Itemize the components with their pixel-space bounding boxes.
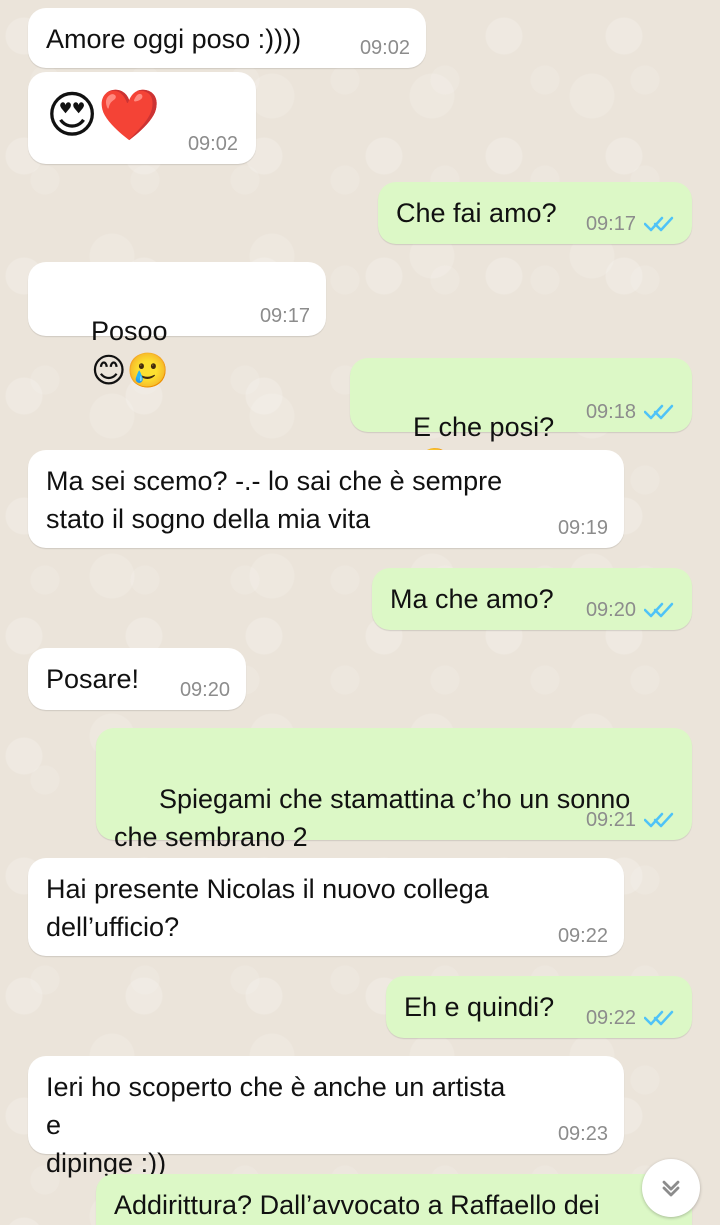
message-bubble[interactable]: E che posi? 🤣 09:18 xyxy=(350,358,692,486)
message-meta: 09:23 xyxy=(558,1124,608,1144)
message-time: 09:22 xyxy=(585,1007,636,1029)
message-meta: 09:17 xyxy=(586,214,674,234)
message-meta: 09:19 xyxy=(558,518,608,538)
message-time: 09:21 xyxy=(585,809,636,831)
message-bubble[interactable]: Eh e quindi? 09:22 xyxy=(386,976,692,1038)
message-time: 09:19 xyxy=(557,517,608,539)
message-time: 09:20 xyxy=(585,599,636,621)
message-bubble[interactable]: Amore oggi poso :)))) 09:02 xyxy=(28,8,426,68)
message-time: 09:17 xyxy=(585,213,636,235)
message-time: 09:02 xyxy=(359,37,410,59)
message-bubble[interactable]: Spiegami che stamattina c’ho un sonno ch… xyxy=(96,728,692,896)
message-bubble[interactable]: Hai presente Nicolas il nuovo collega de… xyxy=(28,858,624,956)
double-check-icon xyxy=(644,602,674,618)
emoji-message: 😍❤️ xyxy=(46,86,161,144)
message-meta: 09:20 xyxy=(180,680,230,700)
message-text: Ieri ho scoperto che è anche un artista … xyxy=(46,1072,506,1178)
message-time: 09:23 xyxy=(557,1123,608,1145)
message-bubble[interactable]: Ieri ho scoperto che è anche un artista … xyxy=(28,1056,624,1178)
chat-thread: Amore oggi poso :)))) 09:02 😍❤️ 09:02 Ch… xyxy=(0,0,720,1225)
message-time: 09:20 xyxy=(179,679,230,701)
message-bubble[interactable]: Posoo 😊🥲 09:17 xyxy=(28,262,326,390)
message-text: Amore oggi poso :)))) xyxy=(46,24,302,54)
message-text-content: Posoo xyxy=(91,316,168,346)
message-time: 09:22 xyxy=(557,925,608,947)
message-meta: 09:02 xyxy=(360,38,410,58)
double-check-icon xyxy=(644,216,674,232)
scroll-to-bottom-button[interactable] xyxy=(642,1159,700,1217)
message-text: Ma sei scemo? -.- lo sai che è sempre st… xyxy=(46,466,503,534)
message-meta: 09:22 xyxy=(558,926,608,946)
message-text: Posoo 😊🥲 xyxy=(46,274,308,428)
message-bubble[interactable]: Ma che amo? 09:20 xyxy=(372,568,692,630)
chevron-double-down-icon xyxy=(662,1180,680,1197)
double-check-icon xyxy=(644,404,674,420)
message-bubble[interactable]: Posare! 09:20 xyxy=(28,648,246,710)
message-text-content: E che posi? xyxy=(413,412,555,442)
message-time: 09:02 xyxy=(187,133,238,155)
message-text-content: Spiegami che stamattina c’ho un sonno ch… xyxy=(114,784,631,852)
message-bubble[interactable]: Addirittura? Dall’avvocato a Raffaello d… xyxy=(96,1174,692,1225)
message-bubble[interactable]: Che fai amo? 09:17 xyxy=(378,182,692,244)
message-text: Addirittura? Dall’avvocato a Raffaello d… xyxy=(114,1190,600,1220)
double-check-icon xyxy=(644,812,674,828)
message-meta: 09:22 xyxy=(586,1008,674,1028)
message-meta: 09:18 xyxy=(586,402,674,422)
message-bubble[interactable]: Ma sei scemo? -.- lo sai che è sempre st… xyxy=(28,450,624,548)
emoji-inline: 😊🥲 xyxy=(91,350,169,391)
message-meta: 09:20 xyxy=(586,600,674,620)
message-time: 09:17 xyxy=(259,305,310,327)
message-meta: 09:17 xyxy=(260,306,310,326)
message-meta: 09:02 xyxy=(188,134,238,154)
message-bubble[interactable]: 😍❤️ 09:02 xyxy=(28,72,256,164)
message-text: Hai presente Nicolas il nuovo collega de… xyxy=(46,874,489,942)
message-meta: 09:21 xyxy=(586,810,674,830)
double-check-icon xyxy=(644,1010,674,1026)
message-time: 09:18 xyxy=(585,401,636,423)
